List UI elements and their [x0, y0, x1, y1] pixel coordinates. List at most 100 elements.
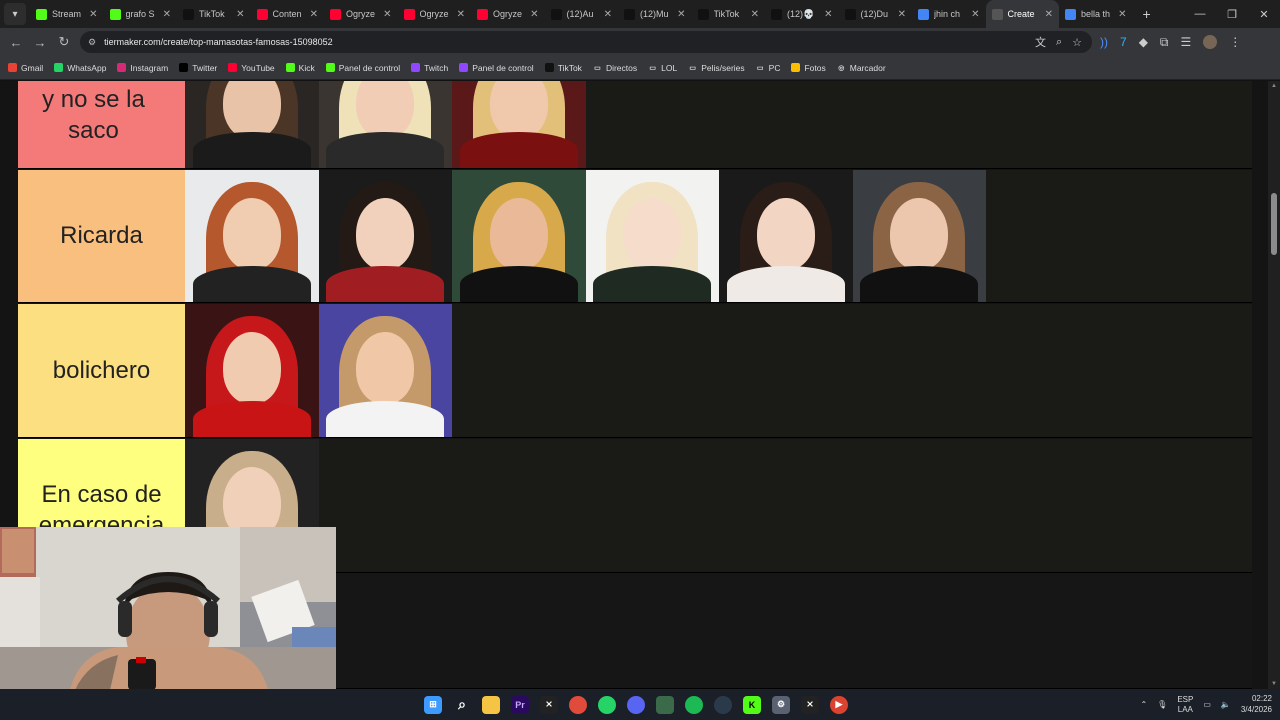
menu-dots-icon[interactable]: ⋮ — [1229, 35, 1241, 49]
tier-image[interactable] — [185, 170, 319, 302]
close-tab-icon[interactable]: ✕ — [530, 9, 538, 20]
bookmark-item[interactable]: ◎ Marcador — [836, 63, 886, 73]
extension-icon[interactable]: ◆ — [1139, 35, 1148, 49]
premiere-icon[interactable]: Pr — [511, 695, 529, 714]
close-tab-icon[interactable]: ✕ — [310, 9, 318, 20]
minimize-icon[interactable]: — — [1184, 8, 1216, 20]
language-indicator[interactable]: ESP LAA — [1177, 695, 1193, 714]
tier-image[interactable] — [318, 81, 452, 168]
close-tab-icon[interactable]: ✕ — [604, 9, 612, 20]
tray-chevron-icon[interactable]: ⌃ — [1140, 700, 1147, 709]
close-tab-icon[interactable]: ✕ — [1045, 9, 1053, 20]
whatsapp-icon[interactable] — [598, 695, 616, 714]
browser-tab[interactable]: jhin ch ✕ — [912, 0, 986, 28]
browser-tab[interactable]: Ogryze ✕ — [324, 0, 398, 28]
close-tab-icon[interactable]: ✕ — [971, 9, 979, 20]
extension-icon[interactable]: )) — [1100, 35, 1108, 49]
tier-label[interactable]: bolichero — [18, 304, 185, 437]
bookmark-item[interactable]: YouTube — [228, 63, 275, 73]
omnibox[interactable]: ⚙ tiermaker.com/create/top-mamasotas-fam… — [80, 31, 1092, 53]
bookmark-item[interactable]: Panel de control — [459, 63, 534, 73]
bookmark-item[interactable]: Fotos — [791, 63, 826, 73]
close-tab-icon[interactable]: ✕ — [89, 9, 97, 20]
close-tab-icon[interactable]: ✕ — [677, 9, 685, 20]
browser-tab[interactable]: TikTok ✕ — [692, 0, 766, 28]
bookmark-item[interactable]: TikTok — [544, 63, 582, 73]
media-player-icon[interactable]: ▶ — [830, 695, 848, 714]
new-tab-button[interactable]: + — [1143, 6, 1151, 22]
browser-tab[interactable]: Ogryze ✕ — [398, 0, 472, 28]
tier-image[interactable] — [719, 170, 853, 302]
capcut-icon[interactable]: ⨯ — [801, 695, 819, 714]
browser-tab[interactable]: Stream ✕ — [30, 0, 104, 28]
close-tab-icon[interactable]: ✕ — [457, 9, 465, 20]
tier-image[interactable] — [585, 170, 719, 302]
close-tab-icon[interactable]: ✕ — [383, 9, 391, 20]
bookmark-item[interactable]: WhatsApp — [54, 63, 106, 73]
network-icon[interactable]: ▭ — [1203, 700, 1211, 709]
scroll-up-icon[interactable]: ▲ — [1268, 83, 1280, 89]
browser-tab[interactable]: (12)Mu ✕ — [618, 0, 692, 28]
close-tab-icon[interactable]: ✕ — [236, 9, 244, 20]
scroll-down-icon[interactable]: ▼ — [1268, 681, 1280, 687]
browser-tab[interactable]: (12)💀 ✕ — [765, 0, 839, 28]
tier-image[interactable] — [452, 170, 586, 302]
puzzle-icon[interactable]: ⧉ — [1160, 35, 1169, 50]
close-tab-icon[interactable]: ✕ — [824, 9, 832, 20]
search-icon[interactable]: ⌕ — [453, 696, 471, 714]
tier-label[interactable]: Ricarda — [18, 170, 185, 302]
capcut-icon[interactable]: ⨯ — [540, 695, 558, 714]
reading-list-icon[interactable]: ☰ — [1181, 35, 1192, 49]
browser-tab[interactable]: TikTok ✕ — [177, 0, 251, 28]
close-tab-icon[interactable]: ✕ — [163, 9, 171, 20]
chrome-icon[interactable] — [569, 695, 587, 714]
discord-icon[interactable] — [627, 695, 645, 714]
tier-image[interactable] — [318, 170, 452, 302]
close-tab-icon[interactable]: ✕ — [1118, 9, 1126, 20]
zoom-icon[interactable]: ⌕ — [1056, 36, 1062, 49]
bookmark-item[interactable]: ▭ LOL — [648, 63, 677, 73]
close-tab-icon[interactable]: ✕ — [751, 9, 759, 20]
page-scrollbar[interactable]: ▲ ▼ — [1268, 81, 1280, 689]
forward-button[interactable]: → — [28, 35, 52, 50]
browser-tab[interactable]: Ogryze ✕ — [471, 0, 545, 28]
bookmark-item[interactable]: Kick — [285, 63, 315, 73]
avatar[interactable] — [1203, 35, 1218, 49]
browser-tab[interactable]: Create ✕ — [985, 0, 1059, 28]
translate-icon[interactable]: 文 — [1035, 34, 1046, 50]
tier-image[interactable] — [452, 81, 586, 168]
browser-tab[interactable]: (12)Du ✕ — [839, 0, 913, 28]
bookmark-item[interactable]: ▭ PC — [755, 63, 780, 73]
volume-icon[interactable]: 🔈 — [1221, 700, 1231, 709]
bookmark-item[interactable]: Twitch — [411, 63, 448, 73]
browser-tab[interactable]: grafo S ✕ — [104, 0, 178, 28]
scrollbar-thumb[interactable] — [1271, 193, 1277, 255]
spotify-icon[interactable] — [685, 695, 703, 714]
tier-image[interactable] — [852, 170, 986, 302]
url-text[interactable]: tiermaker.com/create/top-mamasotas-famos… — [104, 37, 333, 47]
close-tab-icon[interactable]: ✕ — [898, 9, 906, 20]
reload-button[interactable]: ↻ — [52, 34, 76, 50]
browser-tab[interactable]: (12)Au ✕ — [545, 0, 619, 28]
settings-icon[interactable]: ⚙ — [772, 695, 790, 714]
file-explorer-icon[interactable] — [482, 695, 500, 714]
bookmark-item[interactable]: Instagram — [117, 63, 168, 73]
site-info-icon[interactable]: ⚙ — [88, 37, 96, 48]
restore-icon[interactable]: ❐ — [1216, 8, 1248, 21]
tab-search-button[interactable]: ▾ — [4, 3, 26, 25]
bookmark-item[interactable]: Twitter — [179, 63, 217, 73]
bookmark-item[interactable]: ▭ Pelis/series — [688, 63, 745, 73]
bookmark-item[interactable]: Panel de control — [325, 63, 400, 73]
browser-tab[interactable]: Conten ✕ — [251, 0, 325, 28]
bookmark-item[interactable]: ▭ Directos — [592, 63, 637, 73]
back-button[interactable]: ← — [4, 35, 28, 50]
clock[interactable]: 02:22 3/4/2026 — [1241, 694, 1272, 715]
steam-icon[interactable] — [714, 695, 732, 714]
extension-icon[interactable]: 7 — [1120, 35, 1127, 49]
bookmark-star-icon[interactable]: ☆ — [1072, 36, 1082, 49]
kick-icon[interactable]: K — [743, 695, 761, 714]
browser-tab[interactable]: bella th ✕ — [1059, 0, 1133, 28]
bookmark-item[interactable]: Gmail — [8, 63, 43, 73]
app-icon[interactable] — [656, 695, 674, 714]
tier-label[interactable]: y no se la saco — [18, 81, 185, 168]
